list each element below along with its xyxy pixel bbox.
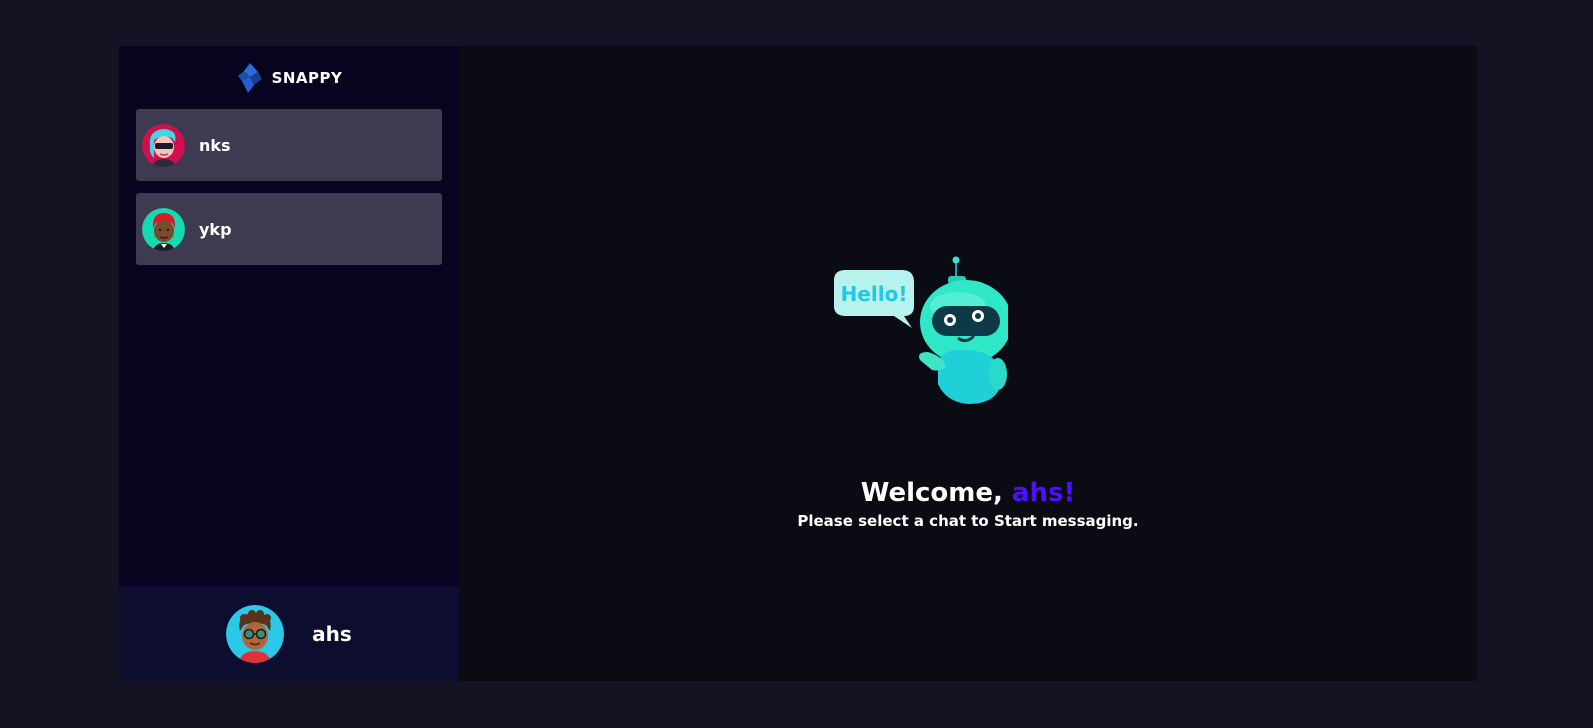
contact-item-ykp[interactable]: ykp xyxy=(136,193,442,265)
brand: SNAPPY xyxy=(119,46,459,109)
welcome-heading: Welcome, ahs! xyxy=(459,478,1477,508)
contact-name: ykp xyxy=(199,219,232,239)
snappy-logo-icon xyxy=(237,62,262,93)
current-user-panel: ahs xyxy=(119,586,459,681)
welcome-greeting: Welcome, xyxy=(860,478,1012,508)
welcome-panel: Hello! Welcome, ahs! Please select a cha… xyxy=(459,46,1477,681)
chat-app: SNAPPY nks ykp ahs Hello! Welcome, ahs! … xyxy=(119,46,1477,681)
avatar-pink-hair-sunglasses-icon xyxy=(142,123,185,167)
avatar-curly-hair-glasses-icon[interactable] xyxy=(226,604,285,663)
brand-name: SNAPPY xyxy=(271,68,343,87)
avatar-red-hair-green-bg-icon xyxy=(142,207,185,251)
contact-name: nks xyxy=(199,135,231,155)
contact-item-nks[interactable]: nks xyxy=(136,109,442,181)
robot-hello-illustration-icon: Hello! xyxy=(834,256,1008,404)
welcome-subtitle: Please select a chat to Start messaging. xyxy=(797,512,1139,530)
bubble-text: Hello! xyxy=(841,282,908,306)
sidebar: SNAPPY nks ykp ahs xyxy=(119,46,459,681)
welcome-username: ahs! xyxy=(1011,478,1076,508)
current-user-name: ahs xyxy=(312,621,352,646)
contact-list: nks ykp xyxy=(119,109,459,265)
